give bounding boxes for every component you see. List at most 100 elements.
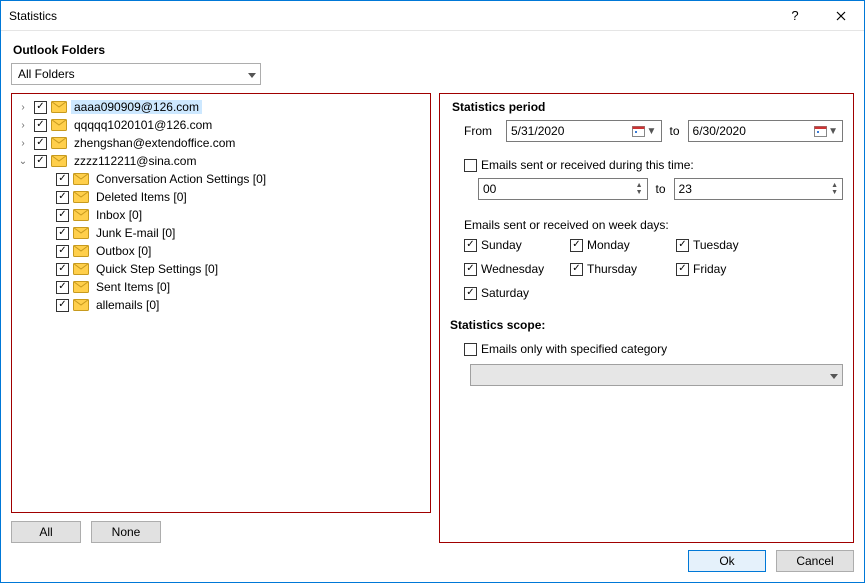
tree-folder[interactable]: Deleted Items [0] [14,188,428,206]
weekday-checkbox[interactable]: Monday [570,238,658,252]
mail-icon [73,245,89,257]
folder-checkbox[interactable] [34,119,47,132]
time-range-label: Emails sent or received during this time… [481,158,694,172]
spinner-arrows-icon: ▲▼ [831,182,838,196]
expand-icon[interactable]: › [16,120,30,131]
weekday-checkbox[interactable]: Saturday [464,286,552,300]
tree-account[interactable]: › aaaa090909@126.com [14,98,428,116]
weekday-label: Tuesday [693,238,739,252]
mail-icon [51,101,67,113]
period-header: Statistics period [452,100,843,114]
select-all-button[interactable]: All [11,521,81,543]
statistics-dialog: Statistics ? Outlook Folders All Folders… [0,0,865,583]
tree-account[interactable]: › zhengshan@extendoffice.com [14,134,428,152]
folder-scope-value: All Folders [18,67,75,81]
mail-icon [73,209,89,221]
account-label: zzzz112211@sina.com [71,154,199,168]
category-check-label: Emails only with specified category [481,342,667,356]
folder-label: Quick Step Settings [0] [93,262,221,276]
tree-folder[interactable]: Inbox [0] [14,206,428,224]
select-none-button[interactable]: None [91,521,161,543]
folder-label: allemails [0] [93,298,162,312]
from-date-picker[interactable]: 5/31/2020 ▼ [506,120,662,142]
time-to-label: to [656,182,666,196]
folder-scope-dropdown[interactable]: All Folders [11,63,261,85]
tree-folder[interactable]: Sent Items [0] [14,278,428,296]
expand-icon[interactable]: › [16,138,30,149]
mail-icon [51,137,67,149]
close-icon [836,11,846,21]
chevron-down-icon [248,67,256,81]
weekday-checkbox[interactable]: Thursday [570,262,658,276]
tree-account[interactable]: › qqqqq1020101@126.com [14,116,428,134]
category-dropdown[interactable] [470,364,843,386]
folder-checkbox[interactable] [56,209,69,222]
mail-icon [51,155,67,167]
tree-folder[interactable]: Quick Step Settings [0] [14,260,428,278]
folder-checkbox[interactable] [56,173,69,186]
folder-checkbox[interactable] [56,245,69,258]
chevron-down-icon: ▼ [828,126,838,137]
weekday-label: Monday [587,238,630,252]
weekday-label: Friday [693,262,726,276]
to-date-value: 6/30/2020 [693,124,746,138]
chevron-down-icon: ▼ [647,126,657,137]
folder-tree[interactable]: › aaaa090909@126.com › qqqqq1020101@126.com… [11,93,431,513]
weekdays-label: Emails sent or received on week days: [464,218,843,232]
tree-folder[interactable]: Junk E-mail [0] [14,224,428,242]
mail-icon [73,263,89,275]
account-label: qqqqq1020101@126.com [71,118,215,132]
cancel-button[interactable]: Cancel [776,550,854,572]
time-from-value: 00 [483,182,496,196]
folder-checkbox[interactable] [56,227,69,240]
folder-label: Conversation Action Settings [0] [93,172,269,186]
category-checkbox[interactable]: Emails only with specified category [464,342,667,356]
mail-icon [73,227,89,239]
time-from-spinner[interactable]: 00 ▲▼ [478,178,648,200]
to-date-picker[interactable]: 6/30/2020 ▼ [688,120,844,142]
folder-label: Inbox [0] [93,208,145,222]
folder-checkbox[interactable] [34,137,47,150]
tree-folder[interactable]: Conversation Action Settings [0] [14,170,428,188]
ok-button[interactable]: Ok [688,550,766,572]
calendar-icon [631,123,647,139]
to-label: to [670,124,680,138]
weekday-checkbox[interactable]: Sunday [464,238,552,252]
from-label: From [464,124,498,138]
help-button[interactable]: ? [772,1,818,31]
window-title: Statistics [1,9,772,23]
outlook-folders-label: Outlook Folders [13,43,854,57]
scope-header: Statistics scope: [450,318,843,332]
tree-folder[interactable]: Outbox [0] [14,242,428,260]
time-to-spinner[interactable]: 23 ▲▼ [674,178,844,200]
weekday-checkbox[interactable]: Tuesday [676,238,764,252]
account-label: zhengshan@extendoffice.com [71,136,238,150]
from-date-value: 5/31/2020 [511,124,564,138]
weekday-label: Wednesday [481,262,544,276]
statistics-period-panel: Statistics period From 5/31/2020 ▼ to 6/… [439,93,854,543]
weekday-label: Thursday [587,262,637,276]
weekday-label: Saturday [481,286,529,300]
tree-folder[interactable]: allemails [0] [14,296,428,314]
dialog-body: Outlook Folders All Folders › aaaa090909@… [1,31,864,582]
folder-checkbox[interactable] [56,263,69,276]
time-range-checkbox[interactable]: Emails sent or received during this time… [464,158,694,172]
expand-icon[interactable]: › [16,102,30,113]
calendar-icon [812,123,828,139]
tree-account[interactable]: ⌄ zzzz112211@sina.com [14,152,428,170]
folder-label: Deleted Items [0] [93,190,190,204]
collapse-icon[interactable]: ⌄ [16,156,30,167]
folder-checkbox[interactable] [34,101,47,114]
mail-icon [73,281,89,293]
folder-label: Sent Items [0] [93,280,173,294]
folder-checkbox[interactable] [56,281,69,294]
folder-checkbox[interactable] [56,191,69,204]
folder-label: Junk E-mail [0] [93,226,178,240]
weekday-checkbox[interactable]: Friday [676,262,764,276]
folder-checkbox[interactable] [34,155,47,168]
title-bar: Statistics ? [1,1,864,31]
folder-checkbox[interactable] [56,299,69,312]
account-label: aaaa090909@126.com [71,100,202,114]
weekday-checkbox[interactable]: Wednesday [464,262,552,276]
close-button[interactable] [818,1,864,31]
